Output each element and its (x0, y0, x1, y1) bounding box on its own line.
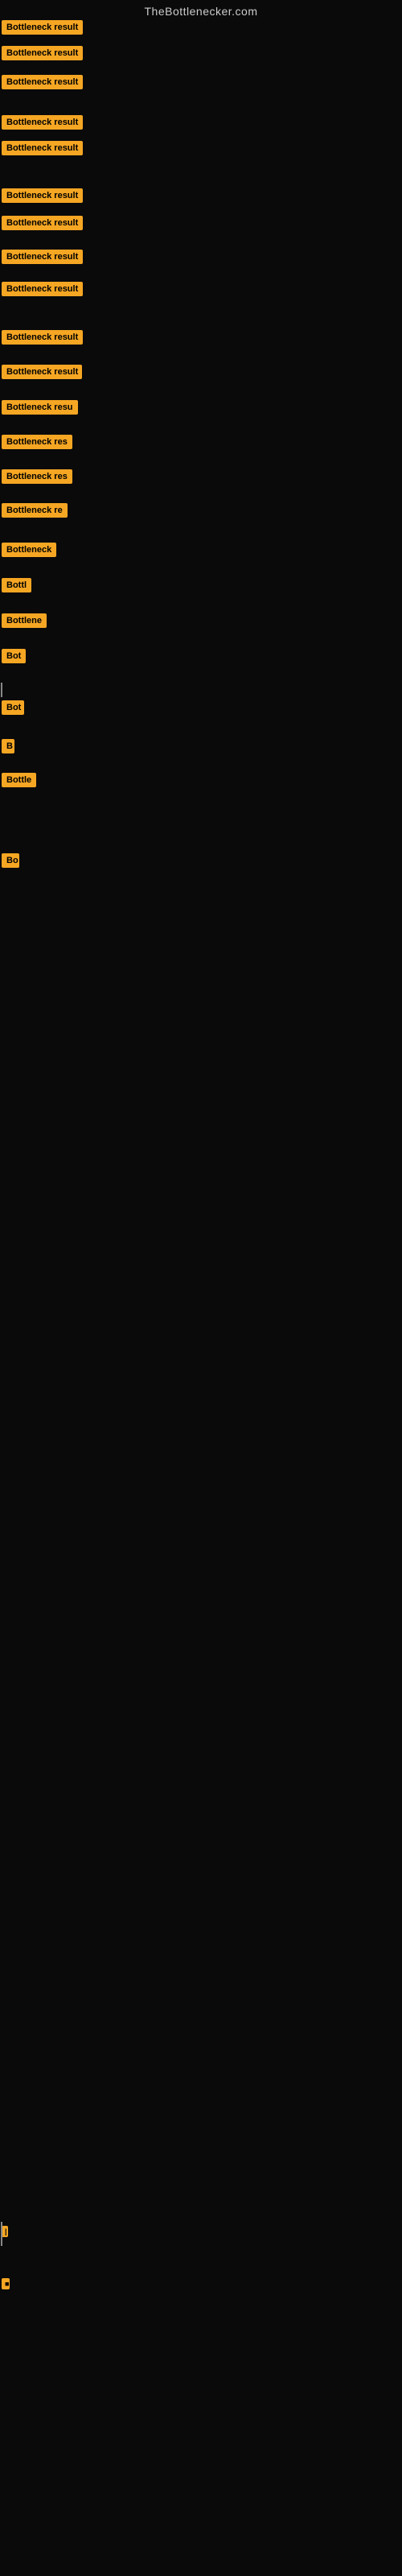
bottleneck-result-badge[interactable]: Bottleneck res (2, 435, 72, 449)
bottleneck-result-badge[interactable]: Bottleneck result (2, 250, 83, 264)
bottleneck-result-badge[interactable]: Bottleneck result (2, 115, 83, 130)
bottleneck-badge-row[interactable]: Bottleneck re (2, 503, 68, 522)
bottleneck-result-badge[interactable]: Bottleneck result (2, 282, 83, 296)
bottleneck-result-badge[interactable]: Bottleneck result (2, 216, 83, 230)
bottleneck-badge-row[interactable]: Bottleneck result (2, 188, 83, 207)
bottleneck-badge-row[interactable]: Bottleneck result (2, 115, 83, 134)
bottleneck-result-badge[interactable]: Bottleneck (2, 543, 56, 557)
bottleneck-badge-row[interactable]: Bottleneck result (2, 250, 83, 268)
vertical-line-indicator-2 (1, 2222, 2, 2246)
bottleneck-badge-row[interactable]: Bottleneck result (2, 141, 83, 159)
bottleneck-result-badge[interactable]: Bottlene (2, 613, 47, 628)
bottleneck-result-badge[interactable]: Bottleneck result (2, 20, 83, 35)
bottleneck-result-badge[interactable]: Bottleneck re (2, 503, 68, 518)
bottleneck-badge-row[interactable]: Bottleneck result (2, 216, 83, 234)
bottleneck-badge-row[interactable]: Bottleneck result (2, 282, 83, 300)
bottleneck-badge-row[interactable]: Bottlene (2, 613, 47, 632)
bottleneck-result-badge[interactable]: Bottleneck result (2, 141, 83, 155)
bottleneck-result-badge[interactable]: Bottle (2, 773, 36, 787)
bottleneck-badge-row[interactable]: Bottleneck result (2, 365, 82, 383)
bottleneck-result-badge[interactable]: Bottleneck result (2, 330, 83, 345)
bottleneck-result-badge[interactable]: Bottl (2, 578, 31, 592)
bottleneck-result-badge[interactable]: Bot (2, 649, 26, 663)
bottleneck-result-badge[interactable]: Bottleneck result (2, 46, 83, 60)
bottleneck-result-badge[interactable]: Bo (2, 853, 19, 868)
small-indicator-badge: ■ (2, 2278, 10, 2289)
bottleneck-badge-row[interactable]: Bottleneck res (2, 469, 72, 488)
bottleneck-badge-row[interactable]: Bottleneck (2, 543, 56, 561)
bottleneck-badge-row[interactable]: Bot (2, 700, 24, 719)
bottleneck-result-badge[interactable]: Bottleneck result (2, 75, 83, 89)
bottleneck-badge-row[interactable]: Bottleneck result (2, 20, 83, 39)
bottleneck-result-badge[interactable]: Bottleneck resu (2, 400, 78, 415)
bottleneck-badge-row[interactable]: B (2, 739, 14, 758)
vertical-line-indicator (1, 683, 2, 697)
bottleneck-badge-row[interactable]: Bottleneck resu (2, 400, 78, 419)
bottleneck-result-badge[interactable]: B (2, 739, 14, 753)
bottleneck-badge-row[interactable]: Bo (2, 853, 19, 872)
bottleneck-result-badge[interactable]: Bottleneck result (2, 365, 82, 379)
bottleneck-result-badge[interactable]: Bot (2, 700, 24, 715)
bottleneck-badge-row[interactable]: Bot (2, 649, 26, 667)
bottleneck-result-badge[interactable]: Bottleneck result (2, 188, 83, 203)
small-indicator-badge: | (2, 2226, 8, 2237)
bottleneck-badge-row[interactable]: Bottleneck result (2, 330, 83, 349)
bottleneck-badge-row[interactable]: Bottle (2, 773, 36, 791)
bottleneck-badge-row[interactable]: Bottleneck result (2, 75, 83, 93)
bottleneck-badge-row[interactable]: Bottl (2, 578, 31, 597)
bottleneck-badge-row[interactable]: Bottleneck result (2, 46, 83, 64)
bottleneck-badge-row[interactable]: Bottleneck res (2, 435, 72, 453)
site-title: TheBottlenecker.com (0, 0, 402, 23)
bottleneck-result-badge[interactable]: Bottleneck res (2, 469, 72, 484)
